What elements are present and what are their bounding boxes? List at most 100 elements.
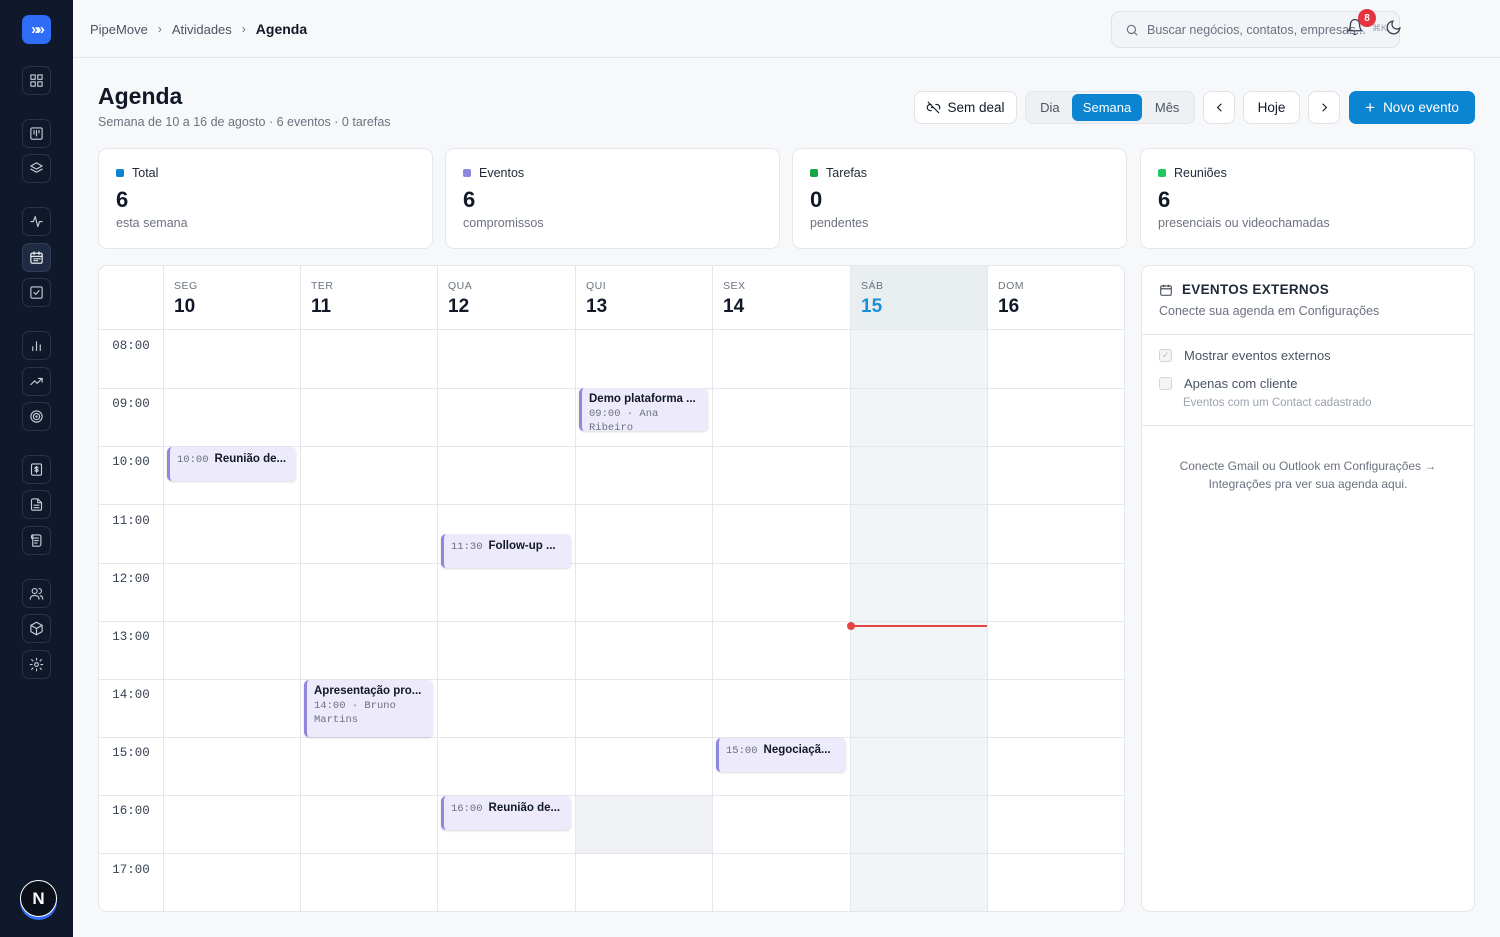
sidebar-item-reports[interactable] xyxy=(22,331,51,360)
day-header-fri[interactable]: SEX 14 xyxy=(712,266,850,330)
view-week-tab[interactable]: Semana xyxy=(1071,94,1143,121)
breadcrumb: PipeMove › Atividades › Agenda xyxy=(90,21,307,37)
view-switcher: Dia Semana Mês xyxy=(1025,91,1195,124)
sidebar-item-calendar[interactable] xyxy=(22,243,51,272)
stat-card-events: Eventos 6 compromissos xyxy=(445,148,780,249)
day-name: DOM xyxy=(998,280,1024,292)
event-title: Reunião de... xyxy=(214,453,287,465)
sidebar: »» N xyxy=(0,0,73,937)
document-icon xyxy=(30,498,43,511)
grid-line xyxy=(99,563,1124,564)
no-deal-label: Sem deal xyxy=(947,100,1005,115)
panel-title-text: EVENTOS EXTERNOS xyxy=(1182,282,1330,297)
calendar-icon xyxy=(1160,284,1172,296)
sidebar-item-settings[interactable] xyxy=(22,650,51,679)
sidebar-item-trends[interactable] xyxy=(22,367,51,396)
app-logo[interactable]: »» xyxy=(22,15,51,44)
bar-chart-icon xyxy=(32,341,41,352)
sidebar-item-layers[interactable] xyxy=(22,154,51,183)
moon-icon xyxy=(1386,20,1401,35)
day-date: 13 xyxy=(586,296,608,317)
link-off-icon xyxy=(927,101,941,114)
day-name: QUI xyxy=(586,280,607,292)
day-header-thu[interactable]: QUI 13 xyxy=(575,266,713,330)
next-week-button[interactable] xyxy=(1308,91,1340,124)
sidebar-item-activity[interactable] xyxy=(22,207,51,236)
theme-toggle[interactable] xyxy=(1385,19,1403,37)
hour-label: 16:00 xyxy=(112,804,150,818)
sidebar-item-documents[interactable] xyxy=(22,490,51,519)
stat-label: Eventos xyxy=(479,166,525,180)
no-deal-button[interactable]: Sem deal xyxy=(914,91,1017,124)
stat-value: 6 xyxy=(116,187,129,212)
sidebar-item-contracts[interactable] xyxy=(22,526,51,555)
prev-week-button[interactable] xyxy=(1203,91,1235,124)
stat-desc: presenciais ou videochamadas xyxy=(1158,216,1330,230)
event-title: Negociaçã... xyxy=(763,744,831,756)
checkbox-hint: Eventos com um Contact cadastrado xyxy=(1183,397,1372,409)
show-external-checkbox[interactable]: ✓ Mostrar eventos externos xyxy=(1159,348,1331,363)
sidebar-item-board[interactable] xyxy=(22,119,51,148)
event-time: 11:30 xyxy=(451,541,483,553)
sidebar-item-finance[interactable] xyxy=(22,455,51,484)
event-card[interactable]: 10:00 Reunião de... xyxy=(167,447,296,481)
grid-line xyxy=(99,795,1124,796)
users-icon xyxy=(29,587,44,600)
day-header-sun[interactable]: DOM 16 xyxy=(987,266,1124,330)
day-date: 14 xyxy=(723,296,745,317)
chevron-left-icon xyxy=(1216,103,1222,112)
view-month-tab[interactable]: Mês xyxy=(1142,94,1192,121)
event-time: 10:00 xyxy=(177,454,209,466)
external-events-panel: EVENTOS EXTERNOS Conecte sua agenda em C… xyxy=(1141,265,1475,912)
stat-dot xyxy=(116,169,124,177)
checkbox-unchecked[interactable] xyxy=(1159,377,1172,390)
sidebar-item-dashboard[interactable] xyxy=(22,66,51,95)
hour-label: 14:00 xyxy=(112,688,150,702)
event-title: Follow-up ... xyxy=(488,540,556,552)
day-date: 10 xyxy=(174,296,196,317)
sidebar-item-contacts[interactable] xyxy=(22,579,51,608)
panel-title: EVENTOS EXTERNOS xyxy=(1159,282,1329,297)
plus-icon: + xyxy=(1365,98,1376,117)
day-name: SÁB xyxy=(861,280,884,292)
stat-label: Reuniões xyxy=(1174,166,1227,180)
day-date: 12 xyxy=(448,296,470,317)
box-icon xyxy=(30,621,43,636)
day-header-sat[interactable]: SÁB 15 xyxy=(850,266,988,330)
chevron-right-icon: › xyxy=(157,22,162,36)
day-header-tue[interactable]: TER 11 xyxy=(300,266,438,330)
search-input[interactable] xyxy=(1147,22,1367,37)
grid-line xyxy=(99,853,1124,854)
event-time: 16:00 xyxy=(451,803,483,815)
stat-label: Total xyxy=(132,166,159,180)
day-name: SEG xyxy=(174,280,198,292)
dashboard-icon xyxy=(30,74,43,87)
contract-icon xyxy=(30,534,42,547)
new-event-label: Novo evento xyxy=(1383,100,1459,115)
view-day-tab[interactable]: Dia xyxy=(1028,94,1072,121)
hour-label: 11:00 xyxy=(112,514,150,528)
sidebar-item-tasks[interactable] xyxy=(22,278,51,307)
page-subtitle: Semana de 10 a 16 de agosto · 6 eventos … xyxy=(98,115,391,129)
stat-dot xyxy=(463,169,471,177)
day-date: 11 xyxy=(311,296,332,317)
money-icon xyxy=(30,463,43,476)
event-card[interactable]: 11:30 Follow-up ... xyxy=(441,534,571,568)
day-header-wed[interactable]: QUA 12 xyxy=(437,266,575,330)
event-card[interactable]: 16:00 Reunião de... xyxy=(441,796,571,830)
today-button[interactable]: Hoje xyxy=(1243,91,1300,124)
checkbox-checked[interactable]: ✓ xyxy=(1159,349,1172,362)
sidebar-item-products[interactable] xyxy=(22,614,51,643)
new-event-button[interactable]: + Novo evento xyxy=(1349,91,1475,124)
avatar[interactable]: N xyxy=(20,880,57,917)
breadcrumb-item-pipemove[interactable]: PipeMove xyxy=(90,22,148,37)
client-only-checkbox[interactable]: Apenas com cliente xyxy=(1159,376,1297,391)
event-card[interactable]: 15:00 Negociaçã... xyxy=(716,738,846,772)
day-header-mon[interactable]: SEG 10 xyxy=(163,266,301,330)
sidebar-item-goals[interactable] xyxy=(22,402,51,431)
breadcrumb-item-atividades[interactable]: Atividades xyxy=(172,22,232,37)
current-time-line xyxy=(850,625,987,627)
week-calendar: SEG 10 TER 11 QUA 12 QUI 13 SEX 14 SÁB 1… xyxy=(98,265,1125,912)
event-card[interactable]: Demo plataforma ... 09:00 · Ana Ribeiro xyxy=(579,388,708,431)
event-card[interactable]: Apresentação pro... 14:00 · Bruno Martin… xyxy=(304,680,433,737)
